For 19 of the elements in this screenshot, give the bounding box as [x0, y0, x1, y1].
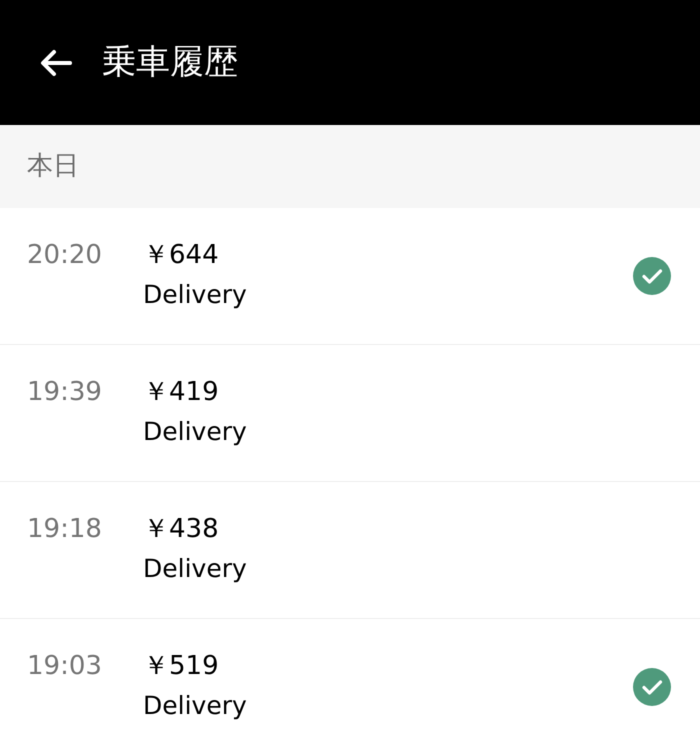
trip-price: ￥438	[143, 513, 220, 546]
trip-type: Delivery	[143, 279, 248, 311]
trip-price: ￥644	[143, 239, 220, 272]
trip-time: 19:39	[26, 376, 103, 409]
trip-type: Delivery	[143, 416, 248, 448]
page-title: 乗車履歴	[102, 41, 238, 84]
trip-time: 20:20	[26, 239, 103, 272]
trip-row[interactable]: 19:39 ￥419 Delivery	[0, 345, 700, 482]
trip-type: Delivery	[143, 553, 248, 585]
trip-price: ￥419	[143, 376, 220, 409]
trip-time: 19:03	[26, 650, 103, 683]
trip-row[interactable]: 20:20 ￥644 Delivery	[0, 208, 700, 345]
trip-row[interactable]: 19:03 ￥519 Delivery	[0, 619, 700, 753]
trip-time: 19:18	[26, 513, 103, 546]
section-label: 本日	[27, 150, 79, 183]
trip-type: Delivery	[143, 690, 248, 722]
trip-price: ￥519	[143, 650, 220, 683]
back-arrow-icon	[40, 48, 72, 76]
trip-row[interactable]: 19:18 ￥438 Delivery	[0, 482, 700, 619]
